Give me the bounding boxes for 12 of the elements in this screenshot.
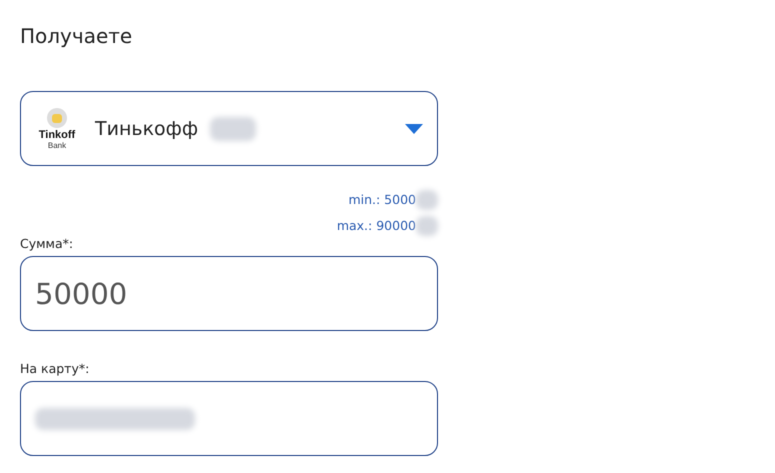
- limit-text: min.: 5000: [348, 191, 416, 209]
- field-label: Сумма*:: [20, 236, 74, 252]
- field-label: На карту*:: [20, 361, 90, 377]
- limit-text: max.: 90000: [336, 217, 416, 235]
- caret-icon: [405, 124, 423, 134]
- logo-subtitle: Bank: [48, 141, 66, 150]
- card-field[interactable]: [20, 381, 438, 456]
- selected-bank: Тинькофф: [95, 118, 198, 140]
- section-title: Получаете: [20, 23, 134, 50]
- amount-field[interactable]: 50000: [20, 256, 438, 331]
- bank-select[interactable]: Tinkoff Bank Тинькофф: [20, 91, 438, 166]
- logo-name: Tinkoff: [38, 129, 76, 141]
